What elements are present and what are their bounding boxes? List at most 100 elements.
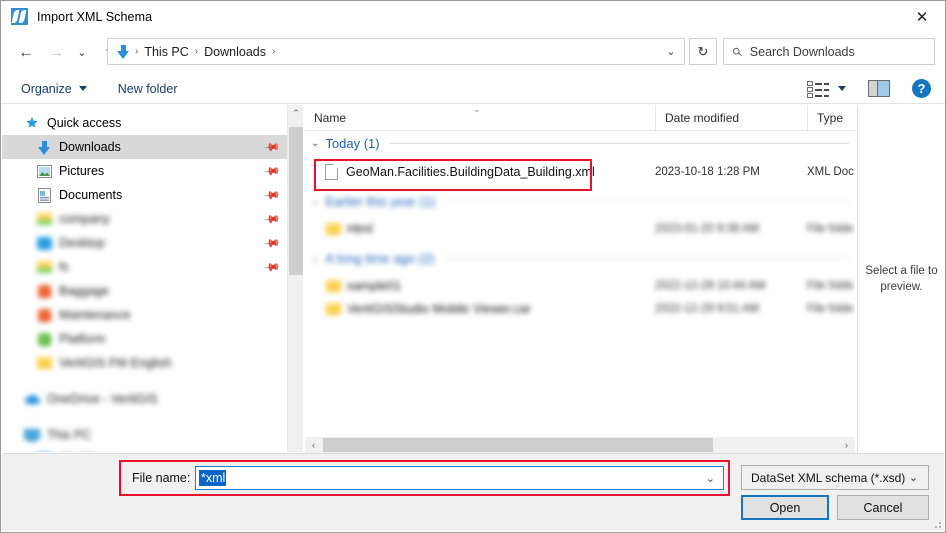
sidebar-item-downloads[interactable]: Downloads 📌 xyxy=(2,135,287,159)
pin-icon[interactable]: 📌 xyxy=(263,234,282,253)
preview-pane: Select a file to preview. xyxy=(857,105,945,453)
view-layout-icon[interactable] xyxy=(807,80,829,98)
sidebar-item-documents[interactable]: Documents 📌 xyxy=(2,183,287,207)
chevron-down-icon[interactable]: ⌄ xyxy=(311,253,319,264)
chevron-down-icon[interactable]: ⌄ xyxy=(706,472,715,485)
chevron-down-icon xyxy=(78,86,87,91)
pin-icon[interactable]: 📌 xyxy=(263,138,282,157)
group-rule xyxy=(445,201,849,202)
folder-icon xyxy=(36,451,52,452)
address-bar[interactable]: › This PC › Downloads › ⌄ xyxy=(107,38,685,65)
breadcrumb-downloads[interactable]: Downloads xyxy=(199,45,271,59)
group-header-earlier-this-year[interactable]: ⌄ Earlier this year (1) xyxy=(305,189,855,214)
file-type-cell: File folde xyxy=(807,279,854,292)
table-row[interactable]: VertiGISStudio Mobile Viewer.car 2022-12… xyxy=(305,297,855,320)
sidebar-item-vertigis-fm-english[interactable]: VertiGIS FM English xyxy=(2,351,287,375)
file-list-horizontal-scrollbar[interactable]: ‹ › xyxy=(305,437,855,453)
file-date-cell: 2022-12-29 10:44 AM xyxy=(655,279,766,292)
sidebar-item-label: Baggage xyxy=(59,284,110,298)
navigation-sidebar[interactable]: Quick access Downloads 📌 Pictures 📌 Docu… xyxy=(2,105,287,452)
sort-indicator-icon: ⌄ xyxy=(473,105,481,114)
pin-icon[interactable]: 📌 xyxy=(263,186,282,205)
sidebar-item-quick-access[interactable]: Quick access xyxy=(2,111,287,135)
group-label: A long time ago (2) xyxy=(325,251,435,266)
refresh-icon[interactable]: ↻ xyxy=(689,38,717,65)
sidebar-item-label: Documents xyxy=(59,188,123,202)
scrollbar-thumb[interactable] xyxy=(323,438,713,452)
folder-icon xyxy=(36,307,52,323)
folder-icon xyxy=(325,301,341,317)
table-row[interactable]: sample01 2022-12-29 10:44 AM File folde xyxy=(305,274,855,297)
sidebar-item-baggage[interactable]: Baggage xyxy=(2,279,287,303)
breadcrumb-separator: › xyxy=(271,46,276,57)
chevron-down-icon[interactable]: ⌄ xyxy=(311,196,319,207)
table-row[interactable]: GeoMan.Facilities.BuildingData_Building.… xyxy=(305,160,855,183)
sidebar-item-label: Desktop xyxy=(59,236,105,250)
resize-grip[interactable] xyxy=(932,519,942,529)
pc-icon xyxy=(24,427,40,443)
column-header-name[interactable]: Name ⌄ xyxy=(305,105,655,131)
title-bar: Import XML Schema ✕ xyxy=(1,1,945,32)
file-type-cell: File folde xyxy=(807,302,854,315)
sidebar-item-this-pc[interactable]: This PC xyxy=(2,423,287,447)
breadcrumb-this-pc[interactable]: This PC xyxy=(139,45,193,59)
group-header-today[interactable]: ⌄ Today (1) xyxy=(305,131,855,156)
sidebar-item-onedrive[interactable]: OneDrive - VertiGIS xyxy=(2,387,287,411)
column-header-date-modified[interactable]: Date modified xyxy=(655,105,807,131)
file-name-cell[interactable]: GeoMan.Facilities.BuildingData_Building.… xyxy=(305,163,655,180)
table-row[interactable]: Html 2023-01-20 9:38 AM File folde xyxy=(305,217,855,240)
file-name-input[interactable]: *xml ⌄ xyxy=(195,466,724,490)
sidebar-item-pictures[interactable]: Pictures 📌 xyxy=(2,159,287,183)
file-name-cell[interactable]: VertiGISStudio Mobile Viewer.car xyxy=(305,301,655,317)
new-folder-button[interactable]: New folder xyxy=(110,77,186,101)
search-input[interactable]: ⚲ Search Downloads xyxy=(723,38,935,65)
recent-locations-button[interactable]: ⌄ xyxy=(71,38,93,68)
file-type-filter-select[interactable]: DataSet XML schema (*.xsd) ⌄ xyxy=(741,465,929,490)
scroll-right-icon[interactable]: › xyxy=(838,437,855,453)
preview-pane-icon[interactable] xyxy=(868,80,890,97)
scrollbar-thumb[interactable] xyxy=(289,127,303,275)
group-rule xyxy=(389,143,849,144)
view-dropdown-icon[interactable] xyxy=(838,86,846,91)
sidebar-item-label: OneDrive - VertiGIS xyxy=(47,392,158,406)
sidebar-item-desktop[interactable]: Desktop 📌 xyxy=(2,231,287,255)
pin-icon[interactable]: 📌 xyxy=(263,258,282,277)
file-date-cell: 2023-10-18 1:28 PM xyxy=(655,165,760,178)
sidebar-item-platform[interactable]: Platform xyxy=(2,327,287,351)
group-header-a-long-time-ago[interactable]: ⌄ A long time ago (2) xyxy=(305,246,855,271)
file-name-cell[interactable]: Html xyxy=(305,221,655,237)
organize-button[interactable]: Organize xyxy=(13,77,95,101)
file-list[interactable]: Name ⌄ Date modified Type ⌄ Today (1) Ge… xyxy=(305,105,855,435)
sidebar-item-label: Maintenance xyxy=(59,308,131,322)
help-icon[interactable]: ? xyxy=(912,79,931,98)
pin-icon[interactable]: 📌 xyxy=(263,210,282,229)
back-button[interactable]: ← xyxy=(11,38,41,68)
chevron-down-icon[interactable]: ⌄ xyxy=(658,39,684,64)
close-icon[interactable]: ✕ xyxy=(899,1,945,32)
chevron-down-icon[interactable]: ⌄ xyxy=(311,138,319,149)
chevron-down-icon[interactable]: ⌄ xyxy=(909,471,918,484)
file-name-cell[interactable]: sample01 xyxy=(305,278,655,294)
download-icon xyxy=(36,139,52,155)
forward-button: → xyxy=(48,43,64,61)
column-header-type[interactable]: Type xyxy=(807,105,855,131)
file-name-label: Html xyxy=(347,221,373,236)
column-headers: Name ⌄ Date modified Type xyxy=(305,105,855,131)
sidebar-item-label: Quick access xyxy=(47,116,122,130)
sidebar-item-company[interactable]: company 📌 xyxy=(2,207,287,231)
sidebar-item-label: Pictures xyxy=(59,164,105,178)
sidebar-item-3d-objects[interactable]: 3D Objects xyxy=(2,447,287,452)
pin-icon[interactable]: 📌 xyxy=(263,162,282,181)
file-name-value: *xml xyxy=(199,470,227,486)
open-button[interactable]: Open xyxy=(741,495,829,520)
sidebar-item-fs[interactable]: fs 📌 xyxy=(2,255,287,279)
folder-icon xyxy=(36,283,52,299)
toolbar-right-group: ? xyxy=(807,79,945,98)
sidebar-scrollbar[interactable]: ⌃ ⌄ xyxy=(287,105,303,452)
scroll-up-icon[interactable]: ⌃ xyxy=(288,105,304,122)
sidebar-item-maintenance[interactable]: Maintenance xyxy=(2,303,287,327)
cancel-button[interactable]: Cancel xyxy=(837,495,929,520)
scroll-left-icon[interactable]: ‹ xyxy=(305,437,322,453)
star-icon xyxy=(24,115,40,131)
folder-icon xyxy=(36,211,52,227)
